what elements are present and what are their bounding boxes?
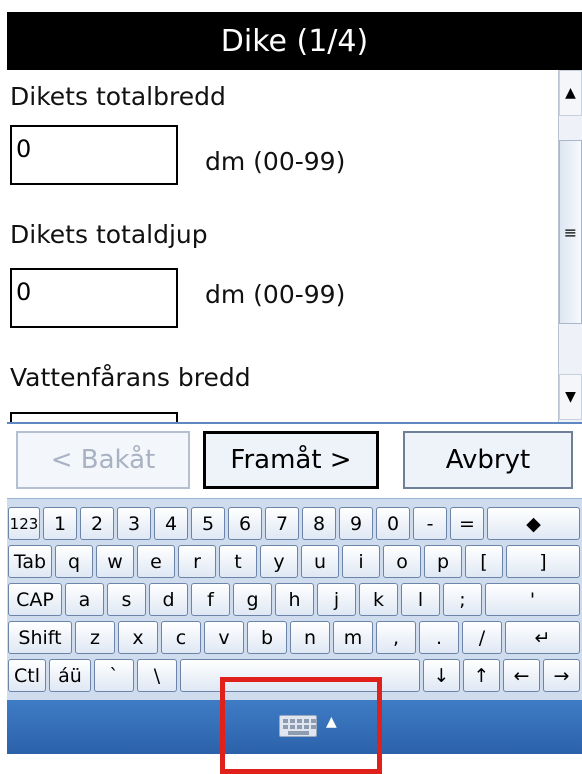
key-a[interactable]: a <box>65 583 104 616</box>
key-numeric-toggle[interactable]: 123 <box>8 507 40 540</box>
key-8[interactable]: 8 <box>302 507 336 540</box>
key-7[interactable]: 7 <box>265 507 299 540</box>
key-arrow-left[interactable]: ← <box>503 659 540 692</box>
scroll-up-icon: ▲ <box>565 85 576 101</box>
key-arrow-down[interactable]: ↓ <box>423 659 460 692</box>
highlight-box <box>220 677 382 774</box>
key-shift[interactable]: Shift <box>8 621 72 654</box>
key-9[interactable]: 9 <box>339 507 373 540</box>
key-x[interactable]: x <box>118 621 158 654</box>
key-d[interactable]: d <box>149 583 188 616</box>
form-area: Dikets totalbredd 0 dm (00-99) Dikets to… <box>7 70 558 422</box>
key-backslash[interactable]: \ <box>137 659 177 692</box>
scroll-thumb[interactable]: ≡ <box>559 140 582 324</box>
key-o[interactable]: o <box>383 545 421 578</box>
key-1[interactable]: 1 <box>43 507 77 540</box>
total-width-label: Dikets totalbredd <box>10 82 226 111</box>
key-intl[interactable]: áü <box>49 659 91 692</box>
total-depth-label: Dikets totaldjup <box>10 220 208 249</box>
key-j[interactable]: j <box>317 583 356 616</box>
key-u[interactable]: u <box>301 545 339 578</box>
key-arrow-right[interactable]: → <box>543 659 580 692</box>
key-apostrophe[interactable]: ' <box>485 583 580 616</box>
key-enter[interactable]: ↵ <box>505 621 580 654</box>
key-0[interactable]: 0 <box>376 507 410 540</box>
arrow-right-icon: → <box>553 664 570 687</box>
key-6[interactable]: 6 <box>228 507 262 540</box>
key-l[interactable]: l <box>401 583 440 616</box>
arrow-left-icon: ← <box>513 664 530 687</box>
back-button[interactable]: < Bakåt <box>16 431 190 489</box>
total-depth-unit: dm (00-99) <box>205 280 346 309</box>
key-2[interactable]: 2 <box>80 507 114 540</box>
key-s[interactable]: s <box>107 583 146 616</box>
key-comma[interactable]: , <box>376 621 416 654</box>
key-4[interactable]: 4 <box>154 507 188 540</box>
key-left-bracket[interactable]: [ <box>465 545 503 578</box>
device-screen: Dike (1/4) Dikets totalbredd 0 dm (00-99… <box>7 12 582 754</box>
key-backtick[interactable]: ` <box>94 659 134 692</box>
key-slash[interactable]: / <box>462 621 502 654</box>
wizard-nav-bar: < Bakåt Framåt > Avbryt <box>7 422 582 498</box>
key-t[interactable]: t <box>219 545 257 578</box>
key-semicolon[interactable]: ; <box>443 583 482 616</box>
key-f[interactable]: f <box>191 583 230 616</box>
key-v[interactable]: v <box>204 621 244 654</box>
cancel-button[interactable]: Avbryt <box>403 431 573 489</box>
next-button[interactable]: Framåt > <box>203 431 379 489</box>
key-ctrl[interactable]: Ctl <box>8 659 46 692</box>
key-arrow-up[interactable]: ↑ <box>463 659 500 692</box>
total-width-unit: dm (00-99) <box>205 147 346 176</box>
scroll-down-button[interactable]: ▼ <box>559 374 582 420</box>
key-right-bracket[interactable]: ] <box>506 545 580 578</box>
key-period[interactable]: . <box>419 621 459 654</box>
key-z[interactable]: z <box>75 621 115 654</box>
key-p[interactable]: p <box>424 545 462 578</box>
key-equals[interactable]: = <box>450 507 484 540</box>
grip-icon: ≡ <box>563 222 578 242</box>
key-q[interactable]: q <box>55 545 93 578</box>
key-5[interactable]: 5 <box>191 507 225 540</box>
key-k[interactable]: k <box>359 583 398 616</box>
enter-icon: ↵ <box>534 626 551 649</box>
key-b[interactable]: b <box>247 621 287 654</box>
backspace-icon: ◆ <box>526 512 541 535</box>
soft-keyboard: 123 1 2 3 4 5 6 7 8 9 0 - = ◆ Tab q w e … <box>7 498 582 700</box>
key-minus[interactable]: - <box>413 507 447 540</box>
key-3[interactable]: 3 <box>117 507 151 540</box>
key-caps[interactable]: CAP <box>8 583 62 616</box>
key-m[interactable]: m <box>333 621 373 654</box>
total-depth-input[interactable]: 0 <box>10 268 178 328</box>
scroll-down-icon: ▼ <box>565 389 576 405</box>
vertical-scrollbar[interactable]: ▲ ≡ ▼ <box>558 70 582 422</box>
key-r[interactable]: r <box>178 545 216 578</box>
key-i[interactable]: i <box>342 545 380 578</box>
page-title: Dike (1/4) <box>220 23 369 59</box>
key-g[interactable]: g <box>233 583 272 616</box>
scroll-up-button[interactable]: ▲ <box>559 70 582 116</box>
key-h[interactable]: h <box>275 583 314 616</box>
water-channel-width-input[interactable] <box>10 412 178 422</box>
key-e[interactable]: e <box>137 545 175 578</box>
key-c[interactable]: c <box>161 621 201 654</box>
key-tab[interactable]: Tab <box>8 545 52 578</box>
arrow-up-icon: ↑ <box>473 664 490 687</box>
title-bar: Dike (1/4) <box>7 12 582 70</box>
key-backspace[interactable]: ◆ <box>487 507 580 540</box>
arrow-down-icon: ↓ <box>433 664 450 687</box>
total-width-input[interactable]: 0 <box>10 125 178 185</box>
water-channel-width-label: Vattenfårans bredd <box>10 363 251 392</box>
key-n[interactable]: n <box>290 621 330 654</box>
key-y[interactable]: y <box>260 545 298 578</box>
key-w[interactable]: w <box>96 545 134 578</box>
